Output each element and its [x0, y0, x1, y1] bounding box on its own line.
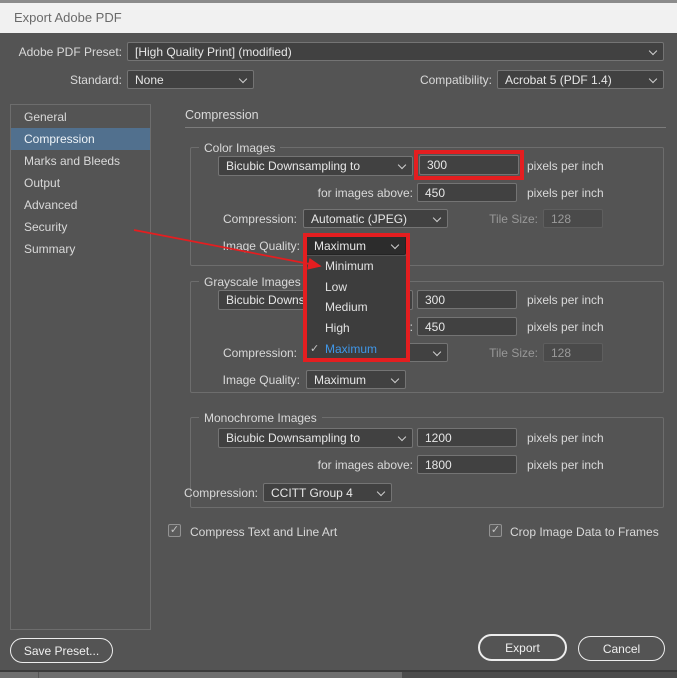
chevron-down-icon	[397, 160, 407, 170]
chevron-down-icon	[238, 74, 248, 84]
image-quality-menu: Minimum Low Medium High ✓ Maximum	[306, 256, 406, 359]
color-image-quality-label: Image Quality:	[222, 239, 300, 253]
compatibility-value: Acrobat 5 (PDF 1.4)	[505, 72, 612, 87]
settings-section-list: General Compression Marks and Bleeds Out…	[10, 104, 151, 630]
grayscale-compression-label: Compression:	[222, 346, 297, 360]
grayscale-dpi-unit: pixels per inch	[527, 293, 604, 307]
window-title: Export Adobe PDF	[0, 3, 677, 33]
menu-item-minimum[interactable]: Minimum	[306, 256, 406, 277]
monochrome-above-label: for images above:	[317, 458, 413, 472]
window-bottom-edge-highlight	[0, 672, 402, 678]
color-tile-size-field: 128	[543, 209, 603, 228]
standard-dropdown[interactable]: None	[127, 70, 254, 89]
grayscale-tile-size-value: 128	[551, 345, 572, 360]
grayscale-above-field[interactable]: 450	[417, 317, 517, 336]
sidebar-item-output[interactable]: Output	[11, 172, 150, 194]
monochrome-dpi-value: 1200	[425, 430, 452, 445]
color-downsampling-value: Bicubic Downsampling to	[226, 159, 361, 173]
menu-item-high[interactable]: High	[306, 318, 406, 339]
color-compression-value: Automatic (JPEG)	[311, 211, 408, 226]
grayscale-dpi-value: 300	[425, 292, 446, 307]
panel-title: Compression	[185, 108, 259, 122]
sidebar-item-marks-and-bleeds[interactable]: Marks and Bleeds	[11, 150, 150, 172]
monochrome-compression-value: CCITT Group 4	[271, 485, 353, 500]
monochrome-dpi-unit: pixels per inch	[527, 431, 604, 445]
color-compression-label: Compression:	[222, 212, 297, 226]
chevron-down-icon	[432, 347, 442, 357]
monochrome-compression-label: Compression:	[183, 486, 258, 500]
color-tile-size-label: Tile Size:	[489, 212, 538, 226]
monochrome-images-group-label: Monochrome Images	[199, 411, 322, 425]
color-above-field[interactable]: 450	[417, 183, 517, 202]
grayscale-image-quality-dropdown[interactable]: Maximum	[306, 370, 406, 389]
compress-text-checkbox[interactable]: ✓	[168, 524, 181, 537]
cancel-button[interactable]: Cancel	[578, 636, 665, 661]
grayscale-above-value: 450	[425, 319, 446, 334]
preset-value: [High Quality Print] (modified)	[135, 44, 292, 59]
grayscale-images-group-label: Grayscale Images	[199, 275, 306, 289]
color-dpi-field[interactable]: 300	[419, 155, 519, 175]
monochrome-compression-dropdown[interactable]: CCITT Group 4	[263, 483, 392, 502]
grayscale-tile-size-label: Tile Size:	[489, 346, 538, 360]
color-dpi-value: 300	[427, 158, 448, 172]
crop-image-data-label: Crop Image Data to Frames	[510, 525, 659, 539]
chevron-down-icon	[376, 487, 386, 497]
standard-value: None	[135, 72, 164, 87]
monochrome-above-unit: pixels per inch	[527, 458, 604, 472]
sidebar-item-summary[interactable]: Summary	[11, 238, 150, 260]
panel-title-divider	[185, 127, 666, 128]
grayscale-dpi-field[interactable]: 300	[417, 290, 517, 309]
menu-item-low[interactable]: Low	[306, 277, 406, 298]
window-bottom-edge-seam	[38, 672, 39, 678]
preset-dropdown[interactable]: [High Quality Print] (modified)	[127, 42, 664, 61]
checkmark-icon: ✓	[310, 343, 320, 356]
compress-text-label: Compress Text and Line Art	[190, 525, 338, 539]
sidebar-item-compression[interactable]: Compression	[11, 128, 150, 150]
color-dpi-unit: pixels per inch	[527, 159, 604, 173]
sidebar-item-general[interactable]: General	[11, 106, 150, 128]
chevron-down-icon	[432, 213, 442, 223]
monochrome-above-value: 1800	[425, 457, 452, 472]
crop-image-data-checkbox[interactable]: ✓	[489, 524, 502, 537]
chevron-down-icon	[648, 46, 658, 56]
monochrome-downsampling-value: Bicubic Downsampling to	[226, 431, 361, 445]
color-compression-dropdown[interactable]: Automatic (JPEG)	[303, 209, 448, 228]
grayscale-image-quality-label: Image Quality:	[222, 373, 300, 387]
color-downsampling-dropdown[interactable]: Bicubic Downsampling to	[218, 156, 413, 176]
chevron-down-icon	[390, 240, 400, 250]
menu-item-medium[interactable]: Medium	[306, 297, 406, 318]
chevron-down-icon	[397, 432, 407, 442]
sidebar-item-security[interactable]: Security	[11, 216, 150, 238]
color-image-quality-dropdown[interactable]: Maximum	[306, 236, 406, 255]
grayscale-image-quality-value: Maximum	[314, 372, 367, 387]
checkmark-icon: ✓	[169, 524, 180, 536]
save-preset-button[interactable]: Save Preset...	[10, 638, 113, 663]
sidebar-item-advanced[interactable]: Advanced	[11, 194, 150, 216]
color-image-quality-value: Maximum	[314, 238, 367, 253]
color-images-group-label: Color Images	[199, 141, 281, 155]
checkmark-icon: ✓	[490, 524, 501, 536]
grayscale-above-unit: pixels per inch	[527, 320, 604, 334]
monochrome-downsampling-dropdown[interactable]: Bicubic Downsampling to	[218, 428, 413, 448]
color-above-value: 450	[425, 185, 446, 200]
menu-item-maximum-label: Maximum	[325, 341, 378, 356]
menu-item-maximum[interactable]: ✓ Maximum	[306, 338, 406, 359]
grayscale-tile-size-field: 128	[543, 343, 603, 362]
chevron-down-icon	[390, 374, 400, 384]
color-tile-size-value: 128	[551, 211, 572, 226]
monochrome-above-field[interactable]: 1800	[417, 455, 517, 474]
export-adobe-pdf-dialog: Export Adobe PDF Adobe PDF Preset: [High…	[0, 0, 677, 678]
standard-label: Standard:	[69, 73, 122, 87]
compatibility-label: Compatibility:	[419, 73, 492, 87]
monochrome-dpi-field[interactable]: 1200	[417, 428, 517, 447]
compatibility-dropdown[interactable]: Acrobat 5 (PDF 1.4)	[497, 70, 664, 89]
chevron-down-icon	[648, 74, 658, 84]
export-button[interactable]: Export	[478, 634, 567, 661]
color-above-label: for images above:	[317, 186, 413, 200]
preset-label: Adobe PDF Preset:	[18, 45, 122, 59]
color-above-unit: pixels per inch	[527, 186, 604, 200]
